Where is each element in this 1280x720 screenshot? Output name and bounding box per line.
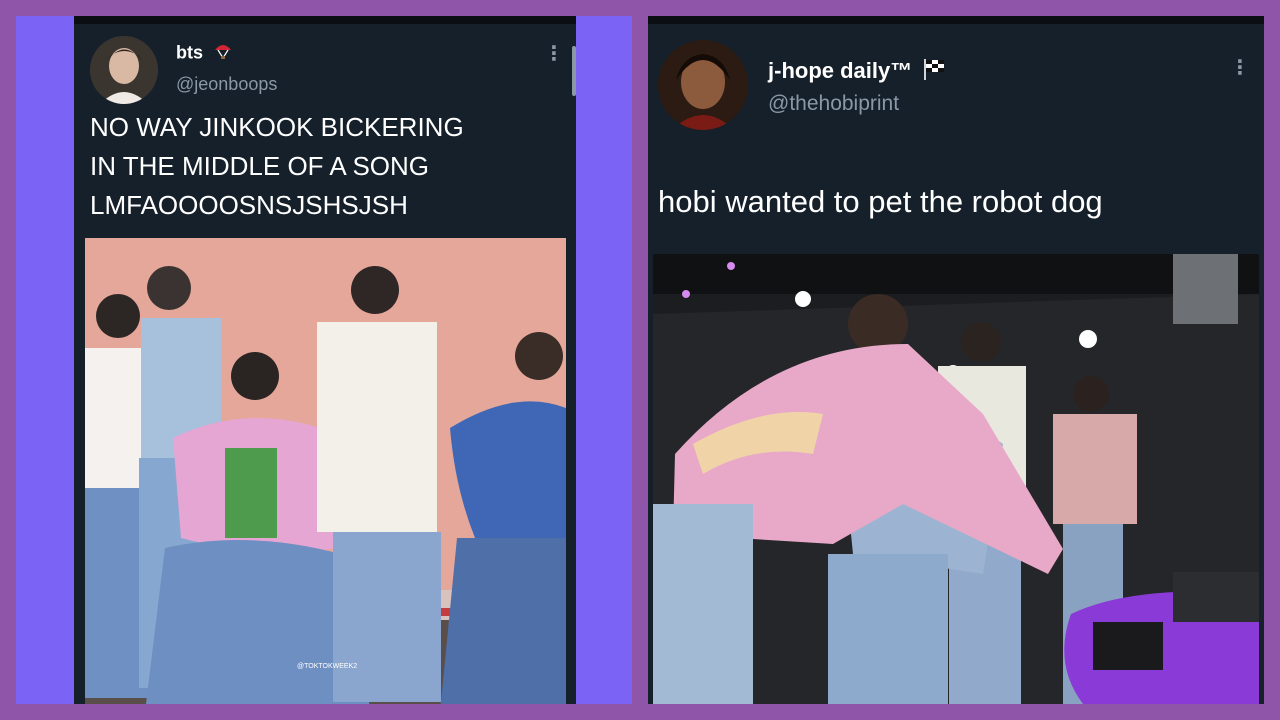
left-tweet-text: NO WAY JINKOOK BICKERING IN THE MIDDLE O… [90,112,464,220]
checkered-flag-icon [922,58,946,86]
left-tweet-avatar[interactable] [90,36,158,104]
right-display-name[interactable]: j-hope daily™ [768,58,946,86]
left-tweet-media[interactable]: @TOKTOKWEEK2 [85,238,566,704]
left-handle[interactable]: @jeonboops [176,74,277,95]
media-watermark: @TOKTOKWEEK2 [297,663,357,670]
right-handle[interactable]: @thehobiprint [768,92,899,116]
right-tweet-card[interactable]: j-hope daily™ @thehobiprint ⋮ hobi wante… [648,16,1264,704]
right-tweet-media[interactable] [653,254,1259,704]
left-panel: bts @jeonboops ⋮ NO WAY JINKOOK BICKERIN… [16,16,632,704]
left-scrollbar[interactable] [572,46,576,96]
left-tweet-card[interactable]: bts @jeonboops ⋮ NO WAY JINKOOK BICKERIN… [74,16,576,704]
more-icon[interactable]: ⋮ [1230,58,1250,78]
right-tweet-avatar[interactable] [658,40,748,130]
more-icon[interactable]: ⋮ [544,44,564,64]
parachute-flag-icon [212,42,234,65]
left-display-name[interactable]: bts [176,42,234,65]
